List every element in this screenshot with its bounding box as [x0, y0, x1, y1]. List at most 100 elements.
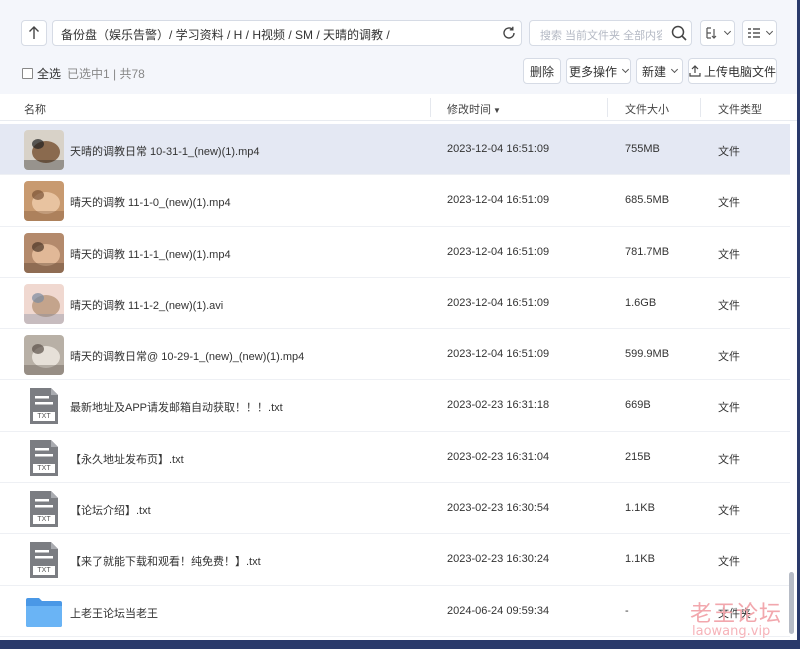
view-mode-dropdown[interactable]: [742, 20, 777, 46]
file-size: 781.7MB: [625, 245, 670, 258]
sort-dropdown[interactable]: [700, 20, 735, 46]
chevron-down-icon: [723, 27, 732, 36]
file-modified: 2023-02-23 16:31:04: [447, 450, 550, 463]
file-size: 1.1KB: [625, 502, 655, 515]
video-thumbnail-image: [24, 181, 64, 222]
file-size: 755MB: [625, 143, 660, 155]
file-list: 天晴的调教日常 10-31-1_(new)(1).mp4 2023-12-04 1…: [0, 124, 790, 637]
video-thumbnail: [24, 130, 64, 170]
video-thumbnail-image: [24, 283, 64, 324]
file-row[interactable]: 上老王论坛当老王 2024-06-24 09:59:34- 文件夹: [0, 586, 790, 637]
file-row[interactable]: 天晴的调教日常 10-31-1_(new)(1).mp4 2023-12-04 1…: [0, 124, 790, 176]
file-type: 文件: [718, 299, 740, 312]
column-size[interactable]: 文件大小: [625, 101, 669, 117]
list-view-icon: [748, 28, 760, 38]
upload-label: 上传电脑文件: [703, 64, 776, 79]
video-thumbnail: [24, 335, 64, 376]
watermark-en: laowang.vip: [692, 624, 771, 639]
column-divider[interactable]: [700, 98, 701, 117]
chevron-down-icon: [670, 65, 679, 74]
new-label: 新建: [641, 64, 666, 79]
more-actions-button[interactable]: 更多操作: [566, 58, 631, 84]
column-modified[interactable]: 修改时间 ▼: [447, 101, 501, 117]
select-all-checkbox[interactable]: [22, 68, 33, 79]
file-modified: 2023-12-04 16:51:09: [447, 348, 550, 361]
vertical-scrollbar[interactable]: [789, 572, 794, 634]
file-manager-window: 备份盘（娱乐告警）/ 学习资料 / H / H视频 / SM / 天晴的调教 /…: [0, 0, 797, 640]
txt-file-thumbnail: TXT: [24, 438, 64, 478]
selection-count: 已选中1 | 共78: [67, 67, 145, 81]
table-header: 名称 修改时间 ▼ 文件大小 文件类型: [0, 94, 797, 121]
file-row[interactable]: TXT 最新地址及APP请发邮箱自动获取！！！.txt 2023-02-23 16:…: [0, 380, 790, 432]
file-row[interactable]: 晴天的调教 11-1-1_(new)(1).mp4 2023-12-04 16:5…: [0, 227, 790, 278]
sort-desc-icon: ▼: [493, 106, 501, 115]
file-row[interactable]: 晴天的调教 11-1-0_(new)(1).mp4 2023-12-04 16:5…: [0, 175, 790, 227]
file-name: 【论坛介绍】.txt: [70, 505, 151, 518]
file-name: 晴天的调教 11-1-2_(new)(1).avi: [70, 299, 224, 312]
delete-label: 删除: [529, 64, 554, 79]
top-toolbar: 备份盘（娱乐告警）/ 学习资料 / H / H视频 / SM / 天晴的调教 /…: [0, 0, 797, 60]
search-placeholder: 搜索 当前文件夹 全部内容: [540, 30, 662, 42]
column-type[interactable]: 文件类型: [718, 101, 762, 117]
file-row[interactable]: TXT 【论坛介绍】.txt 2023-02-23 16:30:54 1.1KB 文件: [0, 483, 790, 535]
file-name: 晴天的调教日常@ 10-29-1_(new)_(new)(1).mp4: [70, 351, 305, 364]
file-type: 文件: [718, 351, 740, 364]
file-modified: 2023-02-23 16:30:54: [447, 502, 550, 515]
go-up-button[interactable]: [21, 20, 47, 46]
file-row[interactable]: TXT 【永久地址发布页】.txt 2023-02-23 16:31:04 215B 文…: [0, 432, 790, 484]
file-size: 1.6GB: [625, 296, 657, 309]
select-all[interactable]: 全选: [22, 65, 61, 82]
file-size: 685.5MB: [625, 194, 670, 207]
file-type: 文件: [718, 146, 740, 158]
folder-thumbnail: [24, 592, 64, 632]
file-badge: TXT: [37, 413, 51, 421]
file-size: -: [625, 604, 629, 617]
upload-button[interactable]: 上传电脑文件: [688, 58, 777, 84]
file-badge: TXT: [37, 464, 51, 472]
upload-icon: [689, 65, 701, 77]
file-name: 晴天的调教 11-1-0_(new)(1).mp4: [70, 197, 231, 210]
file-type: 文件: [718, 197, 740, 210]
file-type: 文件: [718, 248, 740, 261]
delete-button[interactable]: 删除: [523, 58, 561, 84]
file-type: 文件: [718, 556, 740, 569]
refresh-icon[interactable]: [501, 25, 517, 41]
search-icon[interactable]: [670, 24, 688, 42]
file-modified: 2024-06-24 09:59:34: [447, 604, 550, 617]
file-name: 晴天的调教 11-1-1_(new)(1).mp4: [70, 248, 231, 261]
more-actions-label: 更多操作: [568, 64, 617, 79]
video-thumbnail: [24, 181, 64, 222]
column-name[interactable]: 名称: [24, 101, 46, 117]
file-modified: 2023-12-04 16:51:09: [447, 143, 550, 155]
watermark: 老王论坛 laowang.vip: [688, 596, 788, 642]
file-modified: 2023-02-23 16:31:18: [447, 399, 550, 412]
video-thumbnail: [24, 232, 64, 273]
search-input[interactable]: 搜索 当前文件夹 全部内容: [529, 20, 692, 46]
file-size: 599.9MB: [625, 348, 670, 361]
file-type: 文件: [718, 505, 740, 518]
txt-file-thumbnail: TXT: [24, 489, 64, 529]
file-row[interactable]: TXT 【来了就能下载和观看！纯免费！】.txt 2023-02-23 16:30:…: [0, 534, 790, 586]
file-row[interactable]: 晴天的调教 11-1-2_(new)(1).avi 2023-12-04 16:5…: [0, 278, 790, 330]
file-size: 215B: [625, 450, 651, 463]
txt-file-thumbnail: TXT: [24, 540, 64, 580]
column-modified-label: 修改时间: [447, 104, 491, 116]
column-divider[interactable]: [430, 98, 431, 117]
sort-icon: [706, 27, 717, 39]
file-name: 天晴的调教日常 10-31-1_(new)(1).mp4: [70, 146, 260, 158]
file-modified: 2023-12-04 16:51:09: [447, 296, 550, 309]
file-modified: 2023-12-04 16:51:09: [447, 245, 550, 258]
file-row[interactable]: 晴天的调教日常@ 10-29-1_(new)_(new)(1).mp4 2023-…: [0, 329, 790, 381]
file-badge: TXT: [37, 567, 51, 575]
new-button[interactable]: 新建: [636, 58, 683, 84]
file-name: 【永久地址发布页】.txt: [70, 453, 184, 466]
video-thumbnail-image: [24, 232, 64, 273]
txt-file-thumbnail: TXT: [24, 386, 64, 426]
file-name: 【来了就能下载和观看！纯免费！】.txt: [70, 556, 261, 569]
column-divider[interactable]: [607, 98, 608, 117]
path-bar[interactable]: 备份盘（娱乐告警）/ 学习资料 / H / H视频 / SM / 天晴的调教 /: [52, 20, 522, 46]
file-size: 669B: [625, 399, 651, 412]
path-text: 备份盘（娱乐告警）/ 学习资料 / H / H视频 / SM / 天晴的调教 /: [61, 28, 390, 42]
chevron-down-icon: [621, 65, 630, 74]
video-thumbnail-image: [24, 130, 64, 170]
